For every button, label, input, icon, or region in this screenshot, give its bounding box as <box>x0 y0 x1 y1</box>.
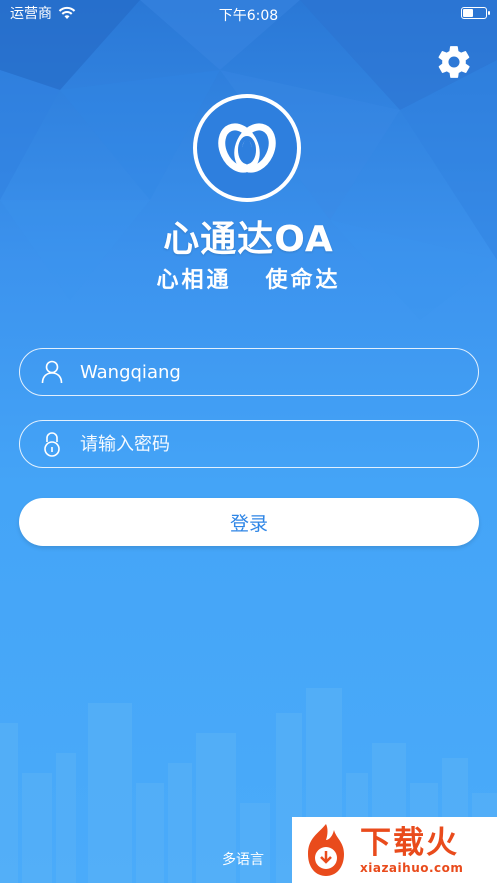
app-title: 心通达OA <box>163 219 334 260</box>
watermark-title: 下载火 <box>360 825 459 861</box>
slogan-left: 心相通 <box>156 268 232 293</box>
status-time: 下午6:08 <box>218 8 279 24</box>
password-input[interactable] <box>80 424 460 464</box>
gear-icon <box>438 46 470 78</box>
username-input[interactable] <box>80 352 460 392</box>
app-logo <box>193 94 301 202</box>
settings-button[interactable] <box>434 42 474 82</box>
watermark-logo: 下载火 xiazaihuo.com <box>292 817 497 883</box>
flame-download-icon <box>308 824 344 876</box>
password-field-container <box>19 420 479 468</box>
login-button[interactable]: 登录 <box>19 498 479 546</box>
watermark-text: 下载火 xiazaihuo.com <box>360 825 463 875</box>
watermark-url: xiazaihuo.com <box>360 861 464 875</box>
logo-mark-icon <box>218 123 276 173</box>
language-link[interactable]: 多语言 <box>222 849 264 869</box>
slogan-right: 使命达 <box>265 268 341 293</box>
user-icon <box>40 360 64 384</box>
app-slogan: 心相通 使命达 <box>0 262 497 294</box>
lock-icon <box>40 432 64 457</box>
username-field-container <box>19 348 479 396</box>
